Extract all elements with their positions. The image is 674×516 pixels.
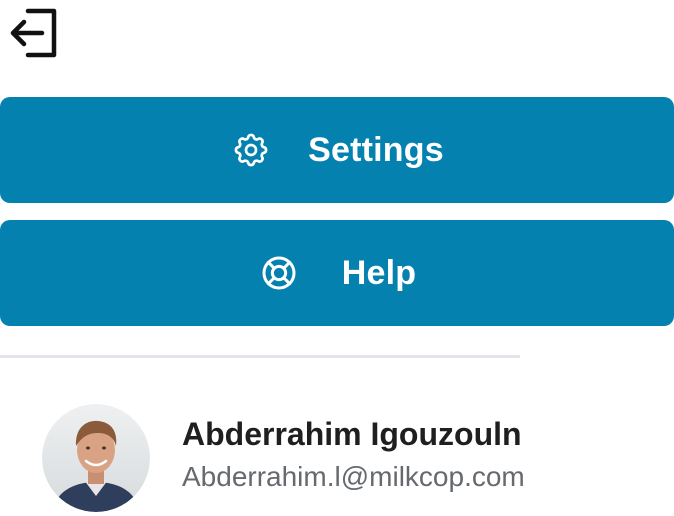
user-email: Abderrahim.l@milkcop.com: [182, 461, 525, 492]
gear-icon: [230, 129, 272, 171]
settings-button[interactable]: Settings: [0, 97, 674, 203]
user-info: Abderrahim Igouzouln Abderrahim.l@milkco…: [182, 414, 525, 496]
logout-icon: [10, 8, 57, 58]
avatar: [42, 404, 150, 512]
user-profile[interactable]: Abderrahim Igouzouln Abderrahim.l@milkco…: [42, 404, 525, 512]
user-name: Abderrahim Igouzouln: [182, 416, 522, 452]
help-label: Help: [341, 253, 417, 292]
help-button[interactable]: Help: [0, 220, 674, 326]
logout-button[interactable]: [6, 4, 62, 62]
lifebuoy-icon: [258, 252, 300, 294]
divider: [0, 355, 520, 358]
settings-label: Settings: [308, 130, 444, 169]
